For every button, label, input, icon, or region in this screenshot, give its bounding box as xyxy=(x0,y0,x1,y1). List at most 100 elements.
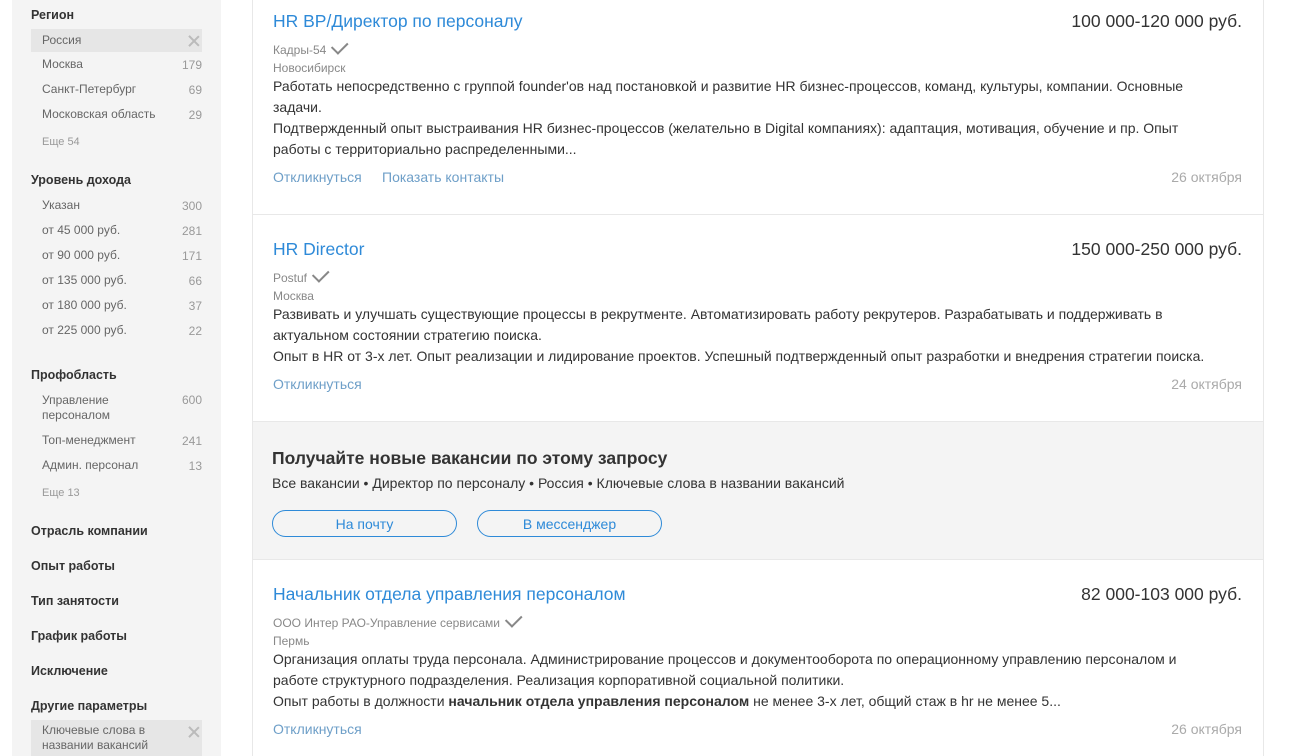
vacancy-city: Новосибирск xyxy=(273,61,346,75)
vacancy-responsibilities: Работать непосредственно с группой found… xyxy=(273,78,1184,115)
vacancy-requirements: Опыт в HR от 3-х лет. Опыт реализации и … xyxy=(273,348,1205,364)
company-name: ООО Интер РАО-Управление сервисами xyxy=(273,615,500,630)
filter-region-moscow[interactable]: Москва 179 xyxy=(31,53,202,76)
subscribe-query: Все вакансии • Директор по персоналу • Р… xyxy=(272,475,845,491)
vacancy-company[interactable]: Кадры-54 xyxy=(273,37,349,57)
vacancy-card: Начальник отдела управления персоналом 8… xyxy=(253,560,1263,756)
filter-income-title: Уровень дохода xyxy=(31,173,132,187)
filter-other-title: Другие параметры xyxy=(31,699,148,713)
respond-link[interactable]: Откликнуться xyxy=(273,376,362,392)
filter-industry-title[interactable]: Отрасль компании xyxy=(31,524,148,538)
vacancy-list: HR BP/Директор по персоналу 100 000-120 … xyxy=(252,0,1264,756)
filter-employment-title[interactable]: Тип занятости xyxy=(31,594,119,608)
filter-income-item[interactable]: от 135 000 руб. 66 xyxy=(31,269,202,292)
close-icon[interactable] xyxy=(188,35,200,47)
vacancy-title-link[interactable]: HR Director xyxy=(273,239,364,260)
filter-prof-item[interactable]: Админ. персонал 13 xyxy=(31,454,202,477)
vacancy-card: HR BP/Директор по персоналу 100 000-120 … xyxy=(253,0,1263,215)
filter-item-count: 29 xyxy=(188,107,202,122)
filter-item-label: Московская область xyxy=(42,107,156,121)
verified-check-icon xyxy=(331,37,349,55)
filter-item-count: 600 xyxy=(181,393,202,407)
vacancy-city: Пермь xyxy=(273,634,310,648)
filter-item-count: 37 xyxy=(188,298,202,313)
filter-item-count: 22 xyxy=(188,323,202,338)
filter-item-label: от 45 000 руб. xyxy=(42,223,121,237)
filter-item-label: Москва xyxy=(42,57,83,71)
filter-item-label: от 225 000 руб. xyxy=(42,323,127,337)
vacancy-description: Организация оплаты труда персонала. Адми… xyxy=(273,649,1208,712)
filters-sidebar: Регион Россия Москва 179 Санкт-Петербург… xyxy=(12,0,221,756)
vacancy-company[interactable]: ООО Интер РАО-Управление сервисами xyxy=(273,610,523,630)
filter-item-label: Ключевые слова в названии вакансий xyxy=(42,723,149,752)
vacancy-salary: 150 000-250 000 руб. xyxy=(1071,239,1242,259)
filter-exclusion-title[interactable]: Исключение xyxy=(31,664,108,678)
vacancy-date: 26 октября xyxy=(1171,721,1242,737)
filter-item-label: Указан xyxy=(42,198,80,212)
vacancy-responsibilities: Развивать и улучшать существующие процес… xyxy=(273,306,1163,343)
vacancy-requirements: Подтвержденный опыт выстраивания HR бизн… xyxy=(273,120,1179,157)
filter-region-moscow-oblast[interactable]: Московская область 29 xyxy=(31,103,202,126)
filter-item-label: Админ. персонал xyxy=(42,458,139,472)
filter-income-item[interactable]: от 90 000 руб. 171 xyxy=(31,244,202,267)
vacancy-title-link[interactable]: Начальник отдела управления персоналом xyxy=(273,584,626,605)
filter-item-count: 281 xyxy=(181,223,202,238)
filter-income-item[interactable]: от 225 000 руб. 22 xyxy=(31,319,202,342)
subscribe-box: Получайте новые вакансии по этому запрос… xyxy=(253,422,1263,560)
respond-link[interactable]: Откликнуться xyxy=(273,721,362,737)
filter-region-title: Регион xyxy=(31,8,75,22)
filter-item-label: Управление персоналом xyxy=(42,393,111,422)
vacancy-salary: 82 000-103 000 руб. xyxy=(1081,584,1242,604)
vacancy-description: Развивать и улучшать существующие процес… xyxy=(273,304,1208,367)
filter-region-spb[interactable]: Санкт-Петербург 69 xyxy=(31,78,202,101)
vacancy-responsibilities: Организация оплаты труда персонала. Адми… xyxy=(273,651,1177,688)
verified-check-icon xyxy=(311,265,330,283)
subscribe-email-button[interactable]: На почту xyxy=(272,510,457,537)
vacancy-date: 24 октября xyxy=(1171,376,1242,392)
filter-prof-more[interactable]: Еще 13 xyxy=(42,487,80,499)
filter-region-more[interactable]: Еще 54 xyxy=(42,136,80,148)
vacancy-city: Москва xyxy=(273,289,314,303)
filter-other-keywords[interactable]: Ключевые слова в названии вакансий xyxy=(31,720,202,756)
filter-item-count: 13 xyxy=(188,458,202,473)
filter-item-count: 241 xyxy=(181,433,202,448)
filter-item-label: Топ-менеджмент xyxy=(42,433,136,447)
filter-item-label: от 135 000 руб. xyxy=(42,273,127,287)
filter-item-label: от 90 000 руб. xyxy=(42,248,121,262)
filter-item-label: Санкт-Петербург xyxy=(42,82,137,96)
filter-prof-title: Профобласть xyxy=(31,368,117,382)
filter-income-item[interactable]: от 45 000 руб. 281 xyxy=(31,219,202,242)
respond-link[interactable]: Откликнуться xyxy=(273,169,362,185)
vacancy-description: Работать непосредственно с группой found… xyxy=(273,76,1208,160)
vacancy-title-link[interactable]: HR BP/Директор по персоналу xyxy=(273,11,523,32)
requirements-text-post: не менее 3-х лет, общий стаж в hr не мен… xyxy=(749,693,1061,709)
filter-region-russia[interactable]: Россия xyxy=(31,29,202,52)
subscribe-title: Получайте новые вакансии по этому запрос… xyxy=(272,448,668,468)
filter-prof-item[interactable]: Топ-менеджмент 241 xyxy=(31,429,202,452)
vacancy-date: 26 октября xyxy=(1171,169,1242,185)
filter-item-count: 66 xyxy=(188,273,202,288)
company-name: Postuf xyxy=(273,270,308,285)
filter-item-count: 171 xyxy=(181,248,202,263)
vacancy-requirements: Опыт работы в должности начальник отдела… xyxy=(273,691,1208,712)
filter-item-label: от 180 000 руб. xyxy=(42,298,127,312)
filter-item-count: 69 xyxy=(188,82,202,97)
filter-schedule-title[interactable]: График работы xyxy=(31,629,127,643)
filter-item-count: 179 xyxy=(181,57,202,72)
filter-item-label: Россия xyxy=(42,33,82,47)
close-icon[interactable] xyxy=(188,726,200,738)
filter-income-item[interactable]: Указан 300 xyxy=(31,194,202,217)
vacancy-salary: 100 000-120 000 руб. xyxy=(1071,11,1242,31)
requirements-highlight: начальник отдела управления персоналом xyxy=(448,693,750,709)
subscribe-messenger-button[interactable]: В мессенджер xyxy=(477,510,662,537)
verified-check-icon xyxy=(504,610,523,628)
filter-income-item[interactable]: от 180 000 руб. 37 xyxy=(31,294,202,317)
filter-experience-title[interactable]: Опыт работы xyxy=(31,559,115,573)
vacancy-card: HR Director 150 000-250 000 руб. Postuf … xyxy=(253,215,1263,422)
show-contacts-link[interactable]: Показать контакты xyxy=(382,169,504,185)
requirements-text-pre: Опыт работы в должности xyxy=(273,693,449,709)
vacancy-company[interactable]: Postuf xyxy=(273,265,330,285)
company-name: Кадры-54 xyxy=(273,42,327,57)
filter-prof-item[interactable]: Управление персоналом 600 xyxy=(31,393,202,427)
filter-item-count: 300 xyxy=(181,198,202,213)
